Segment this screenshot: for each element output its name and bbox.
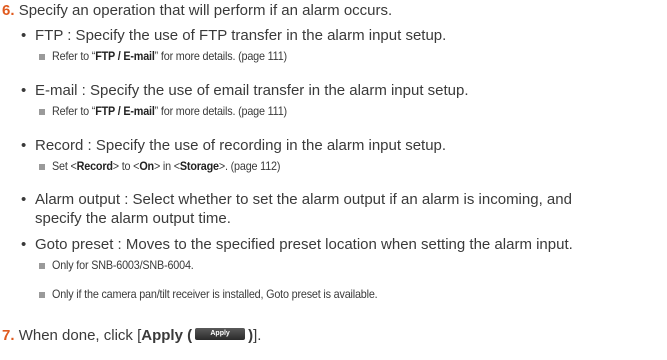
step-7-post: ].	[253, 327, 262, 344]
step-7-pre: When done, click [	[18, 327, 142, 344]
goto-preset-note-1: Only for SNB-6003/SNB-6004.	[52, 258, 194, 272]
record-item: Record : Specify the use of recording in…	[35, 137, 447, 154]
note-square-icon	[39, 109, 45, 115]
bullet-icon: •	[21, 191, 27, 208]
record-note: Set <Record> to <On> in <Storage>. (page…	[52, 159, 281, 173]
goto-preset-note-2: Only if the camera pan/tilt receiver is …	[52, 287, 378, 301]
note-square-icon	[39, 164, 45, 170]
step-7-number: 7.	[2, 327, 15, 344]
note-square-icon	[39, 54, 45, 60]
note-square-icon	[39, 263, 45, 269]
ftp-note: Refer to “FTP / E-mail” for more details…	[52, 49, 287, 63]
goto-preset-item: Goto preset : Moves to the specified pre…	[35, 236, 573, 253]
bullet-icon: •	[21, 137, 27, 154]
step-7: 7. When done, click [Apply (Apply)].	[2, 327, 261, 345]
step-6: 6. Specify an operation that will perfor…	[2, 2, 392, 20]
ftp-item: FTP : Specify the use of FTP transfer in…	[35, 27, 447, 44]
step-6-number: 6.	[2, 2, 15, 19]
step-6-text: Specify an operation that will perform i…	[18, 2, 393, 19]
email-item: E-mail : Specify the use of email transf…	[35, 82, 469, 99]
note-square-icon	[39, 292, 45, 298]
alarm-output-line2: specify the alarm output time.	[35, 210, 231, 227]
email-note: Refer to “FTP / E-mail” for more details…	[52, 104, 287, 118]
step-7-apply-label: Apply (	[141, 327, 193, 344]
bullet-icon: •	[21, 236, 27, 253]
alarm-output-line1: Alarm output : Select whether to set the…	[35, 191, 572, 208]
bullet-icon: •	[21, 27, 27, 44]
apply-button: Apply	[195, 328, 246, 341]
bullet-icon: •	[21, 82, 27, 99]
